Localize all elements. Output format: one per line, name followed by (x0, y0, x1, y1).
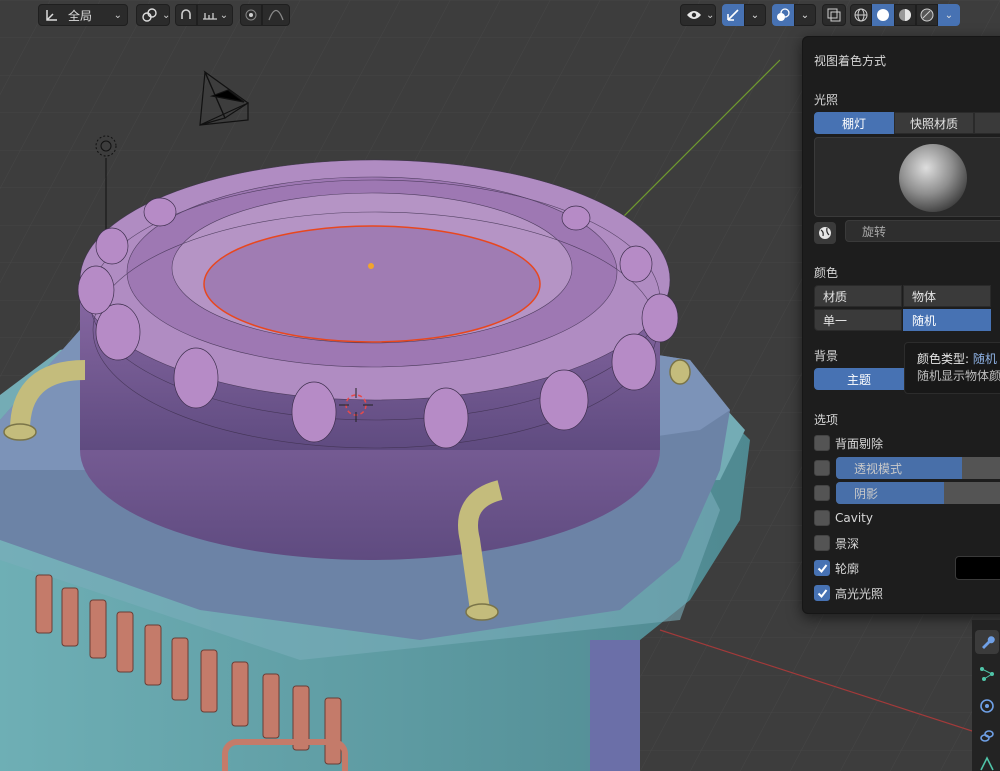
rotation-label: 旋转 (862, 224, 887, 239)
modifier-wrench-icon[interactable] (975, 630, 999, 654)
world-space-toggle[interactable] (814, 222, 836, 244)
pivot-point-dropdown[interactable]: ⌄ (136, 4, 170, 26)
backface-culling-row[interactable]: 背面剔除 (814, 433, 883, 453)
material-preview-icon[interactable] (894, 4, 916, 26)
tooltip-line-1: 颜色类型: 随机 (917, 351, 1000, 368)
color-object-button[interactable]: 物体 (903, 285, 991, 307)
lighting-tabs: 棚灯 快照材质 (814, 112, 1000, 134)
shadow-fill (836, 482, 944, 504)
lighting-label: 光照 (814, 93, 839, 107)
xray-row[interactable] (814, 458, 830, 478)
outline-color-swatch[interactable] (955, 556, 1000, 580)
checkmark-icon (817, 588, 827, 598)
wireframe-shading-icon[interactable] (850, 4, 872, 26)
proportional-edit-icon[interactable] (240, 4, 262, 26)
shadow-row[interactable] (814, 483, 830, 503)
properties-tab-strip (972, 620, 1000, 771)
chevron-down-icon: ⌄ (706, 9, 715, 21)
tooltip-value: 随机 (972, 352, 997, 366)
outline-checkbox[interactable] (814, 560, 830, 576)
visibility-dropdown[interactable]: ⌄ (680, 4, 716, 26)
color-material-button[interactable]: 材质 (814, 285, 902, 307)
background-tabs: 主题 (814, 368, 904, 390)
shadow-slider[interactable]: 阴影 (836, 482, 1000, 504)
backface-culling-label: 背面剔除 (835, 436, 884, 451)
cavity-checkbox[interactable] (814, 510, 830, 526)
overlay-icon[interactable] (772, 4, 794, 26)
snap-group: ⌄ (175, 4, 233, 26)
xray-toggle-icon (826, 7, 842, 23)
outline-row[interactable]: 轮廓 (814, 558, 859, 578)
color-random-button[interactable]: 随机 (903, 309, 991, 331)
color-type-tooltip: 颜色类型: 随机 随机显示物体颜 (904, 342, 1000, 394)
tooltip-line-2: 随机显示物体颜 (917, 369, 1000, 383)
shading-mode-group: ⌄ (850, 4, 960, 26)
gizmo-icon[interactable] (722, 4, 744, 26)
particles-icon[interactable] (975, 662, 999, 686)
color-label: 颜色 (814, 266, 839, 280)
3d-viewport[interactable]: 全局 ⌄ ⌄ ⌄ ⌄ ⌄ ⌄ ⌄ 视图着色方式 光照 棚灯 快照材质 旋转 颜色… (0, 0, 1000, 771)
falloff-dropdown[interactable] (262, 4, 290, 26)
globe-icon (819, 227, 831, 239)
overlay-group: ⌄ (772, 4, 816, 26)
data-icon[interactable] (975, 752, 999, 771)
cavity-row[interactable]: Cavity (814, 508, 873, 528)
options-label: 选项 (814, 413, 839, 427)
solid-shading-icon[interactable] (872, 4, 894, 26)
backface-culling-checkbox[interactable] (814, 435, 830, 451)
transform-orientation-dropdown[interactable]: 全局 ⌄ (38, 4, 128, 26)
popover-title: 视图着色方式 (814, 54, 887, 68)
color-type-grid: 材质 物体 单一 随机 (814, 285, 1000, 333)
checkmark-icon (817, 563, 827, 573)
cavity-label: Cavity (835, 511, 873, 525)
eye-selectability-icon (686, 7, 702, 23)
tab-flat[interactable] (974, 112, 1000, 134)
sphere-preview-icon (899, 144, 967, 212)
studio-light-preview[interactable] (814, 137, 1000, 217)
outline-label: 轮廓 (835, 561, 860, 576)
chevron-down-icon: ⌄ (162, 9, 171, 21)
xray-checkbox[interactable] (814, 460, 830, 476)
snap-icon[interactable] (175, 4, 197, 26)
gizmo-dropdown[interactable]: ⌄ (744, 4, 766, 26)
transform-orientation-label: 全局 (68, 8, 93, 23)
tab-matcap[interactable]: 快照材质 (894, 112, 974, 134)
rendered-shading-icon[interactable] (916, 4, 938, 26)
depth-of-field-checkbox[interactable] (814, 535, 830, 551)
chevron-down-icon: ⌄ (113, 9, 122, 21)
xray-toggle[interactable] (822, 4, 846, 26)
background-theme-button[interactable]: 主题 (814, 368, 904, 390)
purple-ring (77, 159, 679, 560)
overlay-dropdown[interactable]: ⌄ (794, 4, 816, 26)
specular-checkbox[interactable] (814, 585, 830, 601)
proportional-group (240, 4, 290, 26)
depth-of-field-label: 景深 (835, 536, 860, 551)
physics-icon[interactable] (975, 694, 999, 718)
snap-increment-dropdown[interactable]: ⌄ (197, 4, 233, 26)
viewport-shading-popover: 视图着色方式 光照 棚灯 快照材质 旋转 颜色 材质 物体 单一 随机 背景 主… (802, 36, 1000, 614)
depth-of-field-row[interactable]: 景深 (814, 533, 859, 553)
xray-alpha-slider[interactable]: 透视模式 (836, 457, 1000, 479)
background-label: 背景 (814, 349, 839, 363)
gizmo-group: ⌄ (722, 4, 766, 26)
shadow-checkbox[interactable] (814, 485, 830, 501)
specular-row[interactable]: 高光光照 (814, 583, 883, 603)
tab-studio[interactable]: 棚灯 (814, 112, 894, 134)
color-single-button[interactable]: 单一 (814, 309, 902, 331)
rotation-field[interactable]: 旋转 (845, 220, 1000, 242)
xray-label: 透视模式 (854, 462, 903, 476)
constraints-icon[interactable] (975, 724, 999, 748)
specular-label: 高光光照 (835, 586, 884, 601)
pivot-icon (142, 7, 158, 23)
shadow-label: 阴影 (854, 487, 879, 501)
tooltip-prefix: 颜色类型: (917, 352, 970, 366)
shading-popover-toggle[interactable]: ⌄ (938, 4, 960, 26)
transform-orientation-icon (44, 7, 60, 23)
